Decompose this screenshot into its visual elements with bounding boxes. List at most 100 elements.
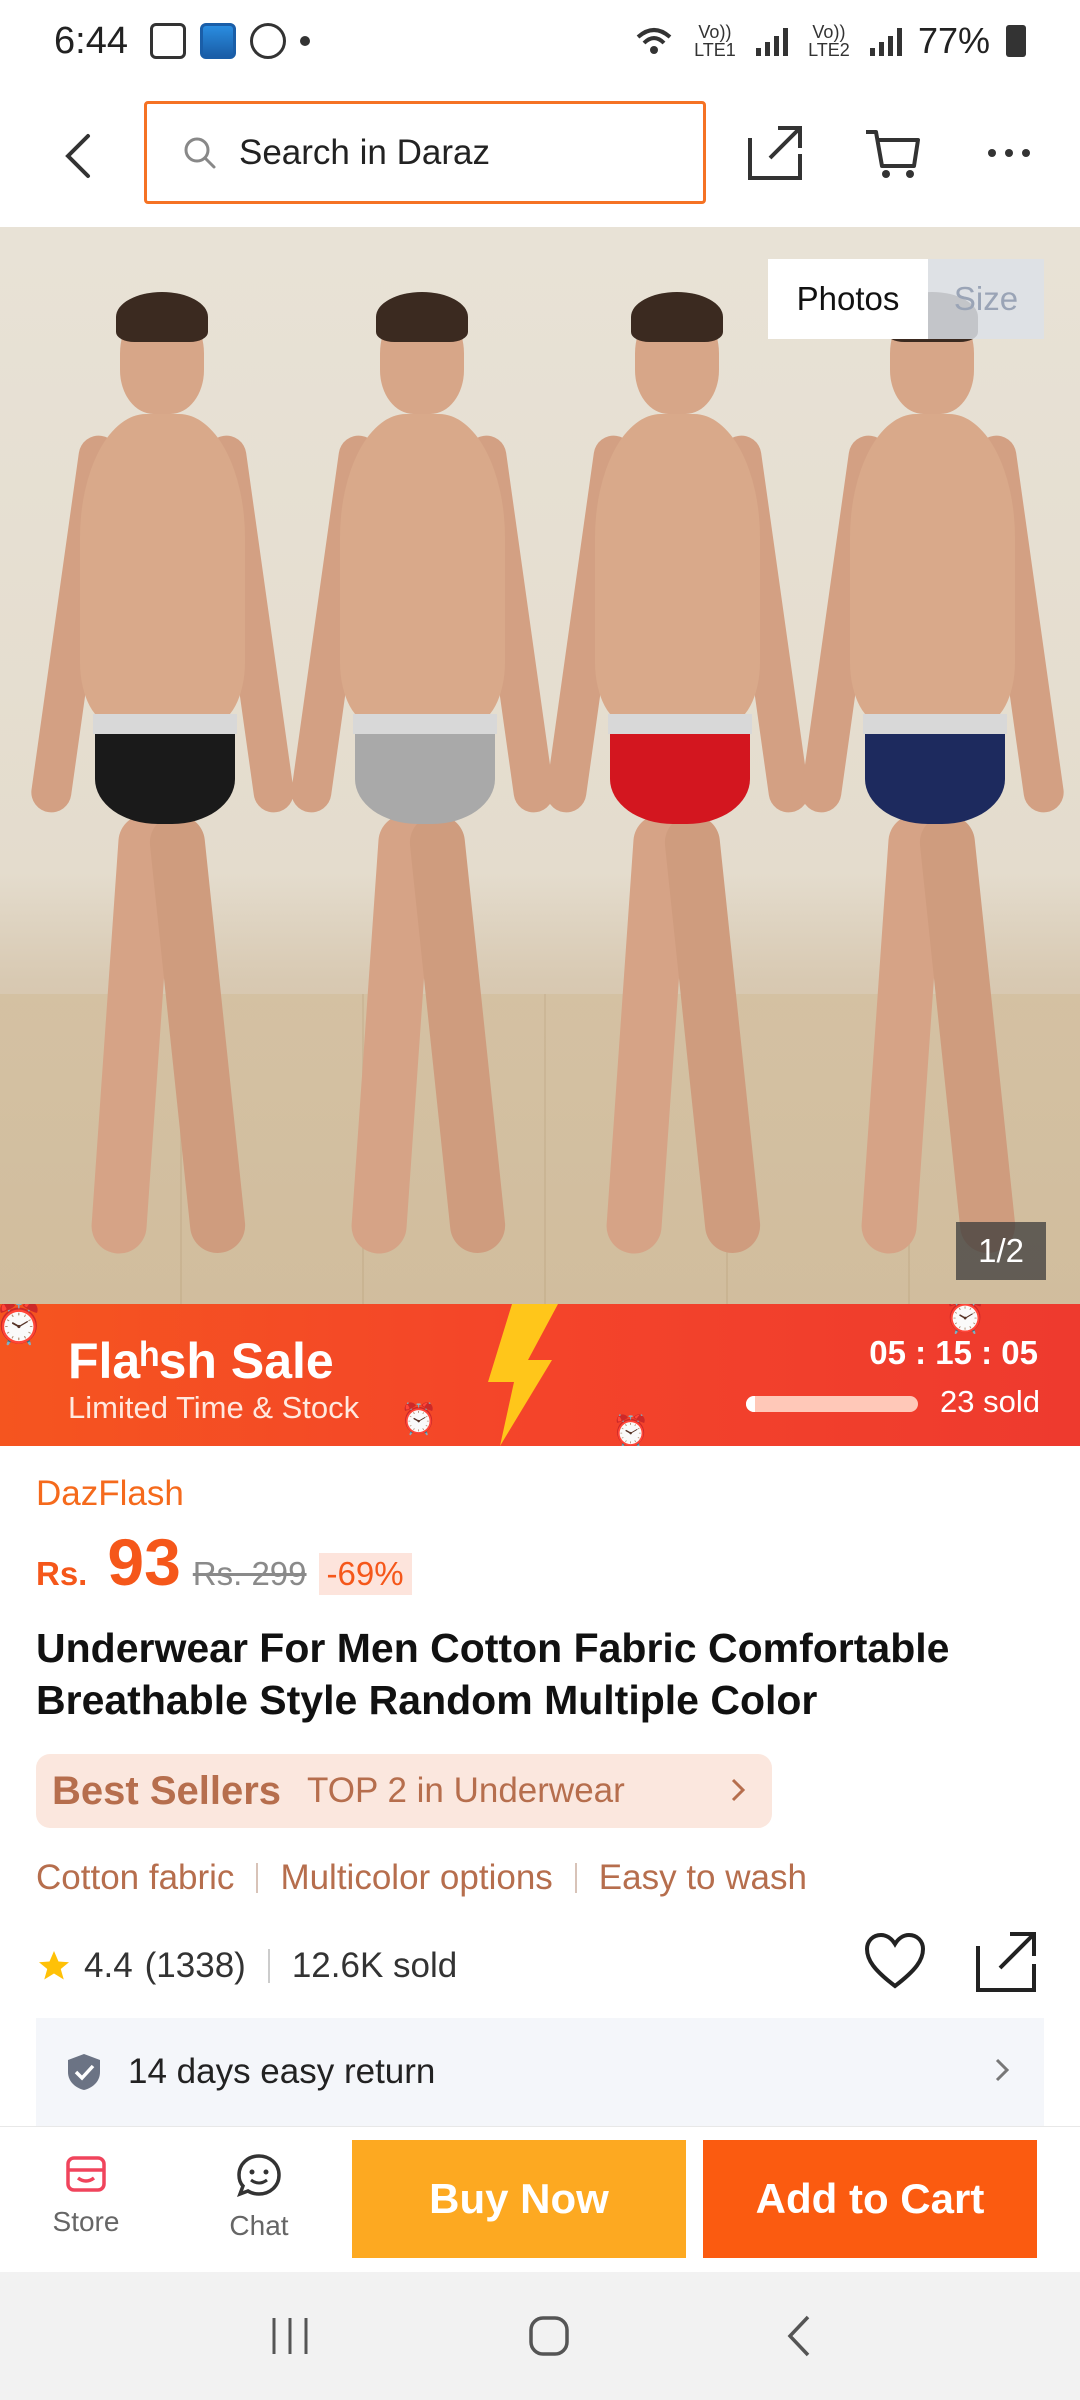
- chat-button[interactable]: Chat: [199, 2152, 319, 2242]
- notification-icons: [149, 23, 310, 59]
- feature-divider: [256, 1863, 259, 1893]
- status-bar: 6:44 Vo)) LTE1 Vo)) LTE2 77%: [0, 0, 1080, 82]
- more-notifications-dot: [299, 36, 310, 46]
- share-button[interactable]: [740, 118, 810, 188]
- model-hair: [376, 292, 468, 342]
- home-icon[interactable]: [528, 2315, 570, 2357]
- image-counter: 1/2: [956, 1222, 1046, 1280]
- more-icon: [988, 149, 1030, 157]
- alarm-clock-icon: ⏰: [0, 1304, 44, 1346]
- star-icon: [39, 1951, 69, 1980]
- model-torso: [340, 414, 505, 724]
- model-torso: [80, 414, 245, 724]
- lte2-label: Vo)) LTE2: [808, 22, 850, 60]
- sold-progress-fill: [746, 1396, 755, 1412]
- lightning-bolt-icon: [488, 1304, 558, 1446]
- buy-now-button[interactable]: Buy Now: [352, 2140, 686, 2258]
- rating-value: 4.4: [84, 1946, 133, 1985]
- feature-item: Multicolor options: [280, 1858, 553, 1897]
- waistband: [863, 714, 1007, 734]
- brief: [355, 724, 495, 824]
- current-price: 93: [107, 1525, 181, 1599]
- alarm-clock-icon: ⏰: [612, 1415, 650, 1446]
- feature-divider: [574, 1863, 577, 1893]
- back-button[interactable]: [52, 126, 102, 186]
- rating-count: (1338): [144, 1946, 246, 1985]
- currency-label: Rs.: [36, 1555, 88, 1592]
- model-torso: [595, 414, 760, 724]
- return-policy-row[interactable]: 14 days easy return: [36, 2018, 1044, 2126]
- promo-tag: DazFlash: [36, 1474, 184, 1513]
- share-icon: [748, 126, 802, 180]
- flash-sold-count: 23 sold: [940, 1384, 1040, 1419]
- flash-sale-title: Flaʰsh Sale: [68, 1333, 334, 1389]
- best-sellers-label: Best Sellers: [52, 1768, 282, 1813]
- price-row: Rs. 93 Rs. 299 -69%: [36, 1524, 1044, 1600]
- gallery-notification-icon: [149, 23, 186, 59]
- signal-2-icon: [869, 26, 902, 56]
- share-product-button[interactable]: [974, 1930, 1038, 1999]
- more-button[interactable]: [974, 118, 1044, 188]
- waistband: [608, 714, 752, 734]
- sold-count: 12.6K sold: [291, 1946, 458, 1985]
- flash-sale-subtitle: Limited Time & Stock: [68, 1390, 360, 1425]
- status-time: 6:44: [54, 19, 128, 62]
- brief: [95, 724, 235, 824]
- search-icon: [184, 137, 216, 168]
- store-button[interactable]: Store: [26, 2152, 146, 2238]
- chevron-right-icon: [731, 1778, 746, 1802]
- alarm-clock-icon: ⏰: [944, 1304, 987, 1335]
- search-placeholder: Search in Daraz: [239, 132, 490, 172]
- add-to-cart-button[interactable]: Add to Cart: [703, 2140, 1037, 2258]
- model-figure: [288, 274, 557, 1274]
- feature-item: Cotton fabric: [36, 1858, 235, 1897]
- app-notification-icon: [199, 23, 236, 59]
- battery-percent: 77%: [917, 20, 990, 61]
- cart-button[interactable]: [858, 118, 928, 188]
- signal-1-icon: [755, 26, 788, 56]
- tab-photos[interactable]: Photos: [768, 259, 928, 339]
- system-nav-bar: [0, 2272, 1080, 2400]
- return-policy-text: 14 days easy return: [128, 2052, 436, 2091]
- model-leg: [407, 812, 508, 1256]
- heart-icon: [864, 1932, 926, 1989]
- waistband: [353, 714, 497, 734]
- model-figure: [543, 274, 812, 1274]
- store-label: Store: [52, 2206, 120, 2237]
- model-hair: [116, 292, 208, 342]
- store-icon: [66, 2156, 106, 2192]
- system-back-icon[interactable]: [786, 2314, 812, 2358]
- top-bar: Search in Daraz: [0, 82, 1080, 227]
- model-leg: [147, 812, 248, 1256]
- chevron-right-icon: [995, 2058, 1010, 2082]
- model-figure: [798, 274, 1067, 1274]
- tab-size[interactable]: Size: [928, 259, 1044, 339]
- waistband: [93, 714, 237, 734]
- battery-icon: [1006, 25, 1026, 57]
- feature-list: Cotton fabric Multicolor options Easy to…: [36, 1858, 1044, 1898]
- brief: [865, 724, 1005, 824]
- cart-icon: [866, 130, 920, 178]
- best-sellers-banner[interactable]: Best Sellers TOP 2 in Underwear: [36, 1754, 772, 1828]
- rating-divider: [267, 1949, 270, 1983]
- original-price: Rs. 299: [192, 1555, 307, 1592]
- back-icon: [65, 134, 90, 178]
- recent-apps-icon[interactable]: [268, 2316, 312, 2356]
- model-leg: [662, 812, 763, 1256]
- model-figure: [28, 274, 297, 1274]
- search-input[interactable]: Search in Daraz: [144, 101, 706, 204]
- flash-sale-timer: 05 : 15 : 05: [869, 1334, 1038, 1371]
- model-leg: [917, 812, 1018, 1256]
- wishlist-button[interactable]: [864, 1932, 926, 1995]
- best-sellers-rank: TOP 2 in Underwear: [307, 1771, 625, 1810]
- model-torso: [850, 414, 1015, 724]
- model-hair: [631, 292, 723, 342]
- gallery-tabs: Photos Size: [768, 259, 1044, 339]
- product-title: Underwear For Men Cotton Fabric Comforta…: [36, 1625, 950, 1723]
- product-image[interactable]: Photos Size 1/2: [0, 227, 1080, 1304]
- brief: [610, 724, 750, 824]
- flash-sale-banner[interactable]: ⏰ ⏰ ⏰ ⏰ Flaʰsh Sale Limited Time & Stock…: [0, 1304, 1080, 1446]
- feature-item: Easy to wash: [598, 1858, 807, 1897]
- media-notification-icon: [249, 23, 286, 59]
- chat-icon: [237, 2154, 281, 2197]
